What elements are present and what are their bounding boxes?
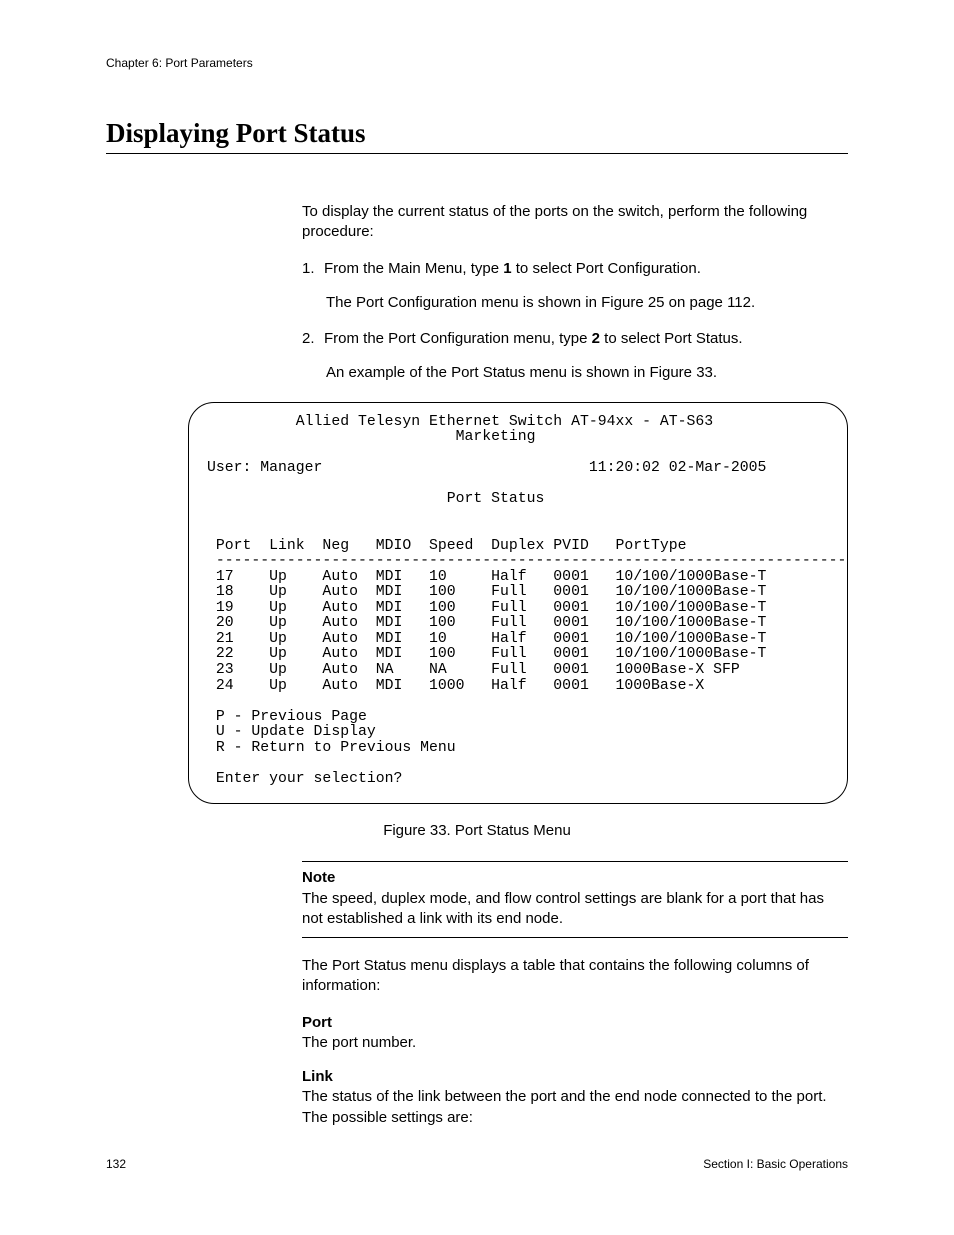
after-note-paragraph: The Port Status menu displays a table th… [302,956,848,997]
footer-section-label: Section I: Basic Operations [703,1157,848,1171]
term-menu-p: P - Previous Page [207,709,367,725]
page: Chapter 6: Port Parameters Displaying Po… [0,0,954,1235]
footer-page-number: 132 [106,1157,126,1171]
term-row: 17 Up Auto MDI 10 Half 0001 10/100/1000B… [207,569,766,585]
term-line1: Allied Telesyn Ethernet Switch AT-94xx -… [207,414,713,430]
after-note-text: The Port Status menu displays a table th… [302,956,848,997]
page-footer: 132 Section I: Basic Operations [106,1157,848,1171]
note-block: Note The speed, duplex mode, and flow co… [302,861,848,938]
intro-paragraph: To display the current status of the por… [302,202,848,243]
step-2-post: to select Port Status. [600,330,743,347]
step-1-sub: The Port Configuration menu is shown in … [326,293,848,313]
term-divider: ----------------------------------------… [207,553,846,569]
term-row: 24 Up Auto MDI 1000 Half 0001 1000Base-X [207,678,704,694]
term-menu-u: U - Update Display [207,724,376,740]
step-number: 1. [302,259,324,279]
term-row: 20 Up Auto MDI 100 Full 0001 10/100/1000… [207,615,766,631]
def-link-term: Link [302,1067,848,1087]
body-column: To display the current status of the por… [302,202,848,384]
section-title: Displaying Port Status [106,118,848,154]
term-row: 22 Up Auto MDI 100 Full 0001 10/100/1000… [207,646,766,662]
term-row: 19 Up Auto MDI 100 Full 0001 10/100/1000… [207,600,766,616]
term-line2: Marketing [207,429,536,445]
step-1-pre: From the Main Menu, type [324,260,503,277]
term-user: User: Manager [207,460,322,476]
term-row: 18 Up Auto MDI 100 Full 0001 10/100/1000… [207,584,766,600]
definitions: Port The port number. Link The status of… [302,1013,848,1128]
figure-caption: Figure 33. Port Status Menu [106,822,848,839]
terminal-figure: Allied Telesyn Ethernet Switch AT-94xx -… [188,402,848,805]
chapter-header: Chapter 6: Port Parameters [106,56,848,70]
def-link-body: The status of the link between the port … [302,1087,848,1128]
def-port-body: The port number. [302,1033,848,1053]
step-1-bold: 1 [503,260,511,277]
step-2-bold: 2 [592,330,600,347]
step-number: 2. [302,329,324,349]
step-2-pre: From the Port Configuration menu, type [324,330,592,347]
note-title: Note [302,868,848,888]
term-datetime: 11:20:02 02-Mar-2005 [589,460,767,476]
terminal-screen: Allied Telesyn Ethernet Switch AT-94xx -… [188,402,848,805]
term-row: 23 Up Auto NA NA Full 0001 1000Base-X SF… [207,662,740,678]
term-status-title: Port Status [207,491,544,507]
step-1-post: to select Port Configuration. [512,260,701,277]
def-port-term: Port [302,1013,848,1033]
term-header-row: Port Link Neg MDIO Speed Duplex PVID Por… [207,538,687,554]
step-2-sub: An example of the Port Status menu is sh… [326,363,848,383]
term-prompt: Enter your selection? [207,771,402,787]
step-1: 1.From the Main Menu, type 1 to select P… [302,259,848,279]
note-body: The speed, duplex mode, and flow control… [302,889,848,930]
term-row: 21 Up Auto MDI 10 Half 0001 10/100/1000B… [207,631,766,647]
step-2: 2.From the Port Configuration menu, type… [302,329,848,349]
term-menu-r: R - Return to Previous Menu [207,740,456,756]
